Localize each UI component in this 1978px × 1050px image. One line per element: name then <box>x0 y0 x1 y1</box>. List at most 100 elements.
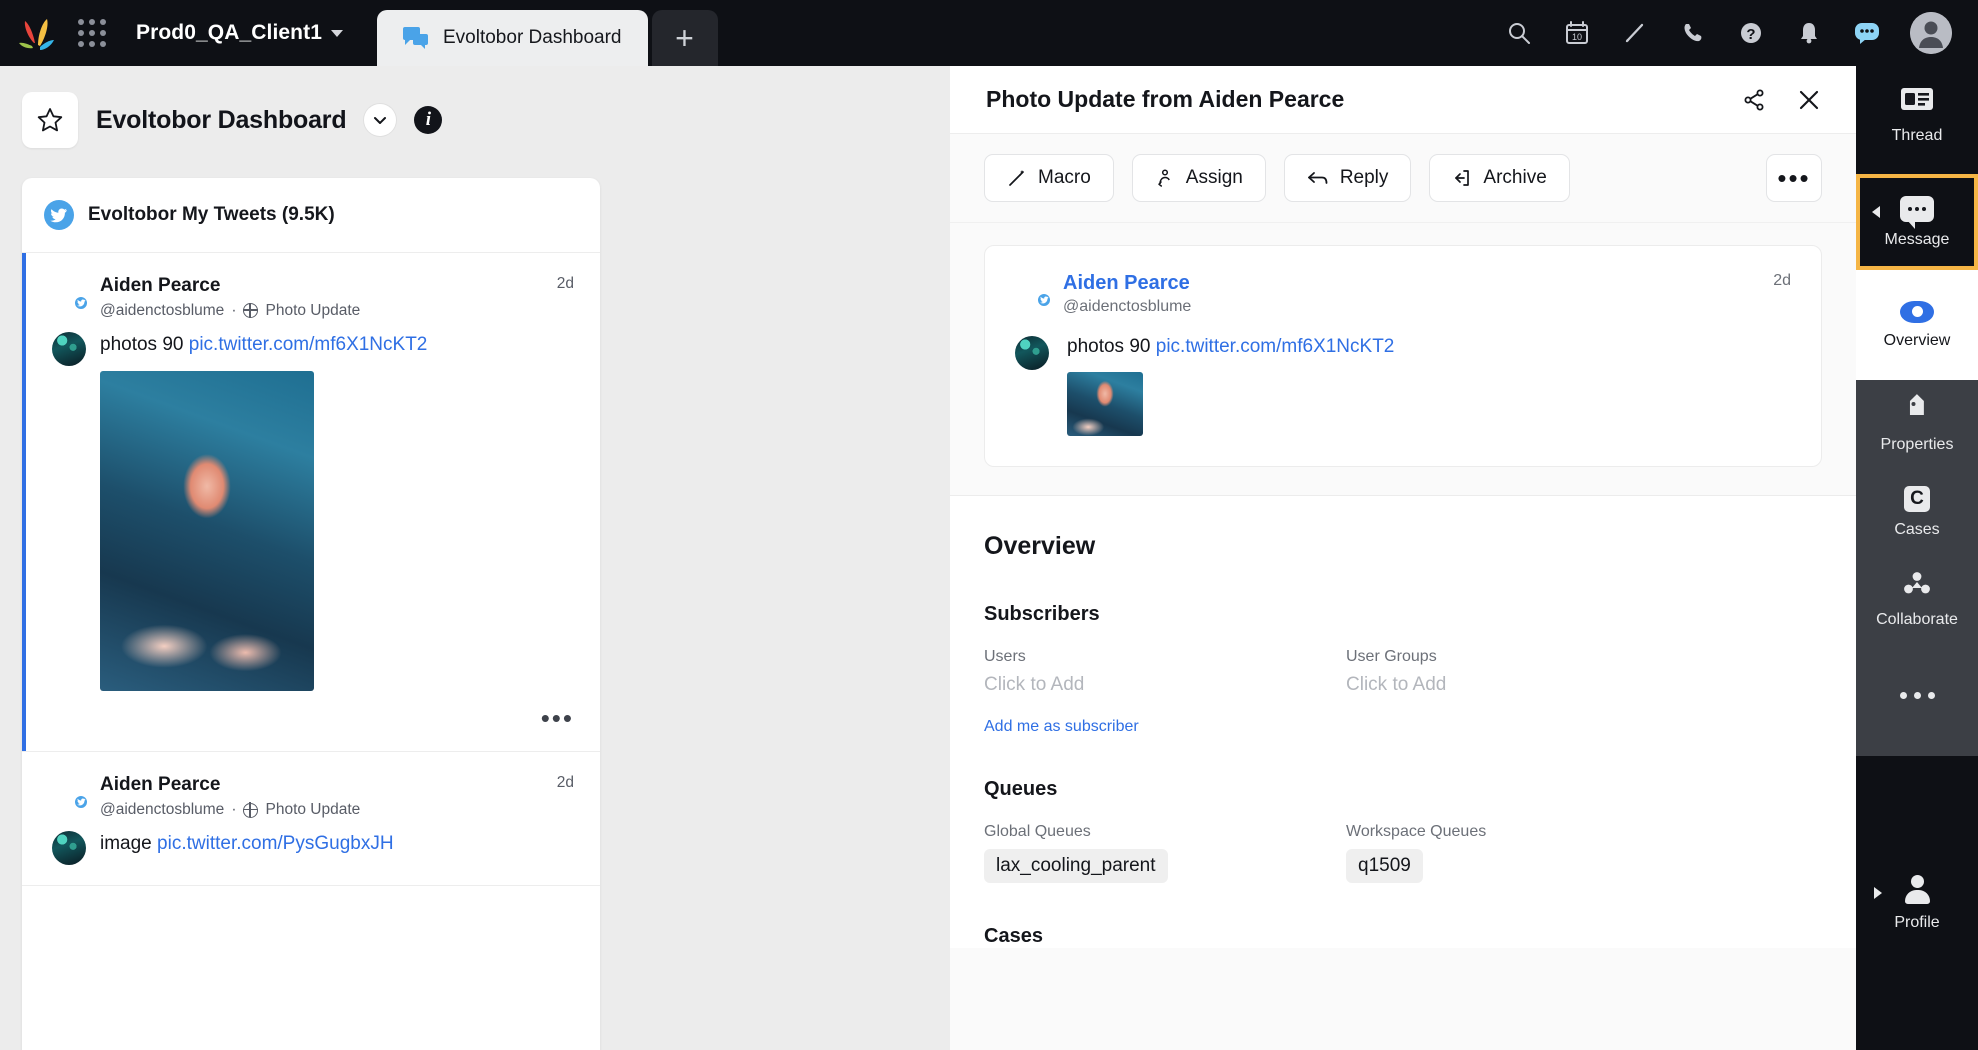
avatar <box>52 774 89 811</box>
avatar-small <box>1015 336 1049 370</box>
right-icon-rail: Thread Message Overview Properties C Cas… <box>1856 56 1978 1050</box>
workspace-queues-field: Workspace Queues q1509 <box>1346 823 1708 883</box>
app-launcher-grid-icon[interactable] <box>78 19 106 47</box>
avatar <box>52 275 89 311</box>
phone-icon[interactable] <box>1678 18 1708 48</box>
message-author-link[interactable]: Aiden Pearce <box>1063 272 1190 294</box>
rail-item-label: Overview <box>1883 331 1951 349</box>
twitter-badge-icon <box>73 295 89 311</box>
list-item[interactable]: Aiden Pearce @aidenctosblume · Photo Upd… <box>22 752 600 887</box>
info-icon[interactable]: i <box>414 106 443 134</box>
notifications-bell-icon[interactable] <box>1794 18 1824 48</box>
dashboard-column: Evoltobor Dashboard i Evoltobor My Tweet… <box>0 66 950 1050</box>
more-options-button[interactable]: ••• <box>1766 154 1822 202</box>
tab-strip: Evoltobor Dashboard + <box>377 0 718 66</box>
queues-heading: Queues <box>984 778 1058 800</box>
svg-text:?: ? <box>1746 26 1755 43</box>
rail-item-overview[interactable]: Overview <box>1856 270 1978 380</box>
svg-text:10: 10 <box>1572 32 1582 42</box>
chat-bubbles-icon <box>403 26 429 50</box>
workspace-queues-label: Workspace Queues <box>1346 823 1487 840</box>
macro-button[interactable]: Macro <box>984 154 1114 202</box>
rail-item-label: Thread <box>1891 127 1943 144</box>
star-outline-icon[interactable] <box>22 92 78 148</box>
post-more-button[interactable]: ••• <box>52 705 574 731</box>
post-header: Aiden Pearce @aidenctosblume · Photo Upd… <box>52 774 574 819</box>
global-queues-label: Global Queues <box>984 823 1091 840</box>
message-chat-icon <box>1900 195 1934 229</box>
message-detail-panel: Photo Update from Aiden Pearce Macro Ass… <box>950 66 1856 1050</box>
twitter-badge-icon <box>73 794 89 811</box>
post-link[interactable]: pic.twitter.com/PysGugbxJH <box>157 833 394 854</box>
user-groups-label: User Groups <box>1346 648 1437 665</box>
rail-item-cases[interactable]: C Cases <box>1856 468 1978 556</box>
message-toolbar: Macro Assign Reply Archive ••• <box>950 134 1856 223</box>
user-avatar[interactable] <box>1910 12 1952 54</box>
new-tab-button[interactable]: + <box>651 10 718 66</box>
post-text-value: image <box>100 833 152 855</box>
archive-button[interactable]: Archive <box>1429 154 1570 202</box>
global-queue-chip[interactable]: lax_cooling_parent <box>984 849 1168 883</box>
client-selector[interactable]: Prod0_QA_Client1 <box>136 21 343 45</box>
rail-item-collaborate[interactable]: Collaborate <box>1856 556 1978 644</box>
reply-button[interactable]: Reply <box>1283 154 1412 202</box>
eye-icon <box>1900 300 1934 323</box>
stream-header: Evoltobor My Tweets (9.5K) <box>22 178 600 253</box>
rail-item-label: Message <box>1884 230 1950 248</box>
post-text: image pic.twitter.com/PysGugbxJH <box>100 831 394 857</box>
post-link[interactable]: pic.twitter.com/mf6X1NcKT2 <box>189 334 428 355</box>
rail-item-properties[interactable]: Properties <box>1856 380 1978 468</box>
user-groups-value[interactable]: Click to Add <box>1346 674 1708 696</box>
chevron-down-icon <box>1872 206 1880 218</box>
message-card: Aiden Pearce @aidenctosblume 2d photos 9… <box>984 245 1822 467</box>
thread-card-icon <box>1900 85 1934 118</box>
tab-label: Evoltobor Dashboard <box>443 27 622 48</box>
list-item[interactable]: Aiden Pearce @aidenctosblume · Photo Upd… <box>22 253 600 753</box>
search-icon[interactable] <box>1504 18 1534 48</box>
message-photo-thumbnail[interactable] <box>1067 372 1143 436</box>
users-field: Users Click to Add <box>984 648 1346 696</box>
close-icon[interactable] <box>1796 87 1822 113</box>
post-text: photos 90 pic.twitter.com/mf6X1NcKT2 <box>100 334 427 355</box>
post-timestamp: 2d <box>556 774 574 792</box>
post-meta: @aidenctosblume · Photo Update <box>100 302 360 320</box>
more-dots-icon <box>1899 692 1935 699</box>
detail-header-actions <box>1742 87 1822 113</box>
compose-pencil-icon[interactable] <box>1620 18 1650 48</box>
rail-item-more[interactable] <box>1856 644 1978 756</box>
detail-title: Photo Update from Aiden Pearce <box>986 86 1345 112</box>
macro-label: Macro <box>1038 167 1091 188</box>
post-photo[interactable] <box>100 371 314 692</box>
post-author: Aiden Pearce <box>100 774 221 796</box>
users-value[interactable]: Click to Add <box>984 674 1346 696</box>
top-bar-actions: 10 ? <box>1504 12 1978 54</box>
dashboard-chevron-down-icon[interactable] <box>364 104 397 136</box>
subscribers-fields: Users Click to Add User Groups Click to … <box>984 648 1822 696</box>
message-timestamp: 2d <box>1773 272 1791 289</box>
rail-item-message[interactable]: Message <box>1856 174 1978 270</box>
post-author: Aiden Pearce <box>100 275 221 296</box>
rail-item-label: Profile <box>1894 913 1940 931</box>
avatar-small <box>52 331 86 366</box>
rail-item-profile[interactable]: Profile <box>1856 756 1978 1050</box>
global-queues-field: Global Queues lax_cooling_parent <box>984 823 1346 883</box>
post-channel: Photo Update <box>265 301 361 319</box>
message-text-value: photos 90 <box>1067 336 1151 357</box>
messages-chat-icon[interactable] <box>1852 18 1882 48</box>
help-icon[interactable]: ? <box>1736 18 1766 48</box>
post-channel: Photo Update <box>265 801 361 819</box>
share-icon[interactable] <box>1742 88 1766 112</box>
detail-scroll-area: Aiden Pearce @aidenctosblume 2d photos 9… <box>950 223 1856 1050</box>
message-link[interactable]: pic.twitter.com/mf6X1NcKT2 <box>1156 336 1395 357</box>
app-root: Prod0_QA_Client1 Evoltobor Dashboard + 1… <box>0 0 1978 1050</box>
add-me-as-subscriber-link[interactable]: Add me as subscriber <box>984 718 1139 736</box>
calendar-icon[interactable]: 10 <box>1562 18 1592 48</box>
post-body: image pic.twitter.com/PysGugbxJH <box>52 831 574 866</box>
tab-evoltobor-dashboard[interactable]: Evoltobor Dashboard <box>377 10 648 66</box>
sprinklr-logo[interactable] <box>14 13 60 53</box>
assign-button[interactable]: Assign <box>1131 154 1266 202</box>
rail-item-thread[interactable]: Thread <box>1856 56 1978 174</box>
twitter-icon <box>44 200 74 230</box>
message-body: photos 90 pic.twitter.com/mf6X1NcKT2 <box>1015 336 1791 436</box>
workspace-queue-chip[interactable]: q1509 <box>1346 849 1423 883</box>
